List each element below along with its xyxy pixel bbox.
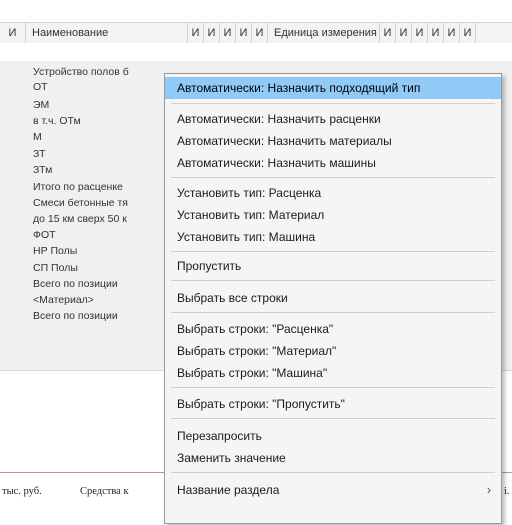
column-header[interactable]: И: [428, 23, 444, 43]
column-header[interactable]: И: [236, 23, 252, 43]
preview-text: i.: [504, 486, 510, 497]
menu-item-select-rate-rows[interactable]: Выбрать строки: "Расценка": [165, 318, 501, 340]
table-header: И Наименование И И И И И Единица измерен…: [0, 22, 512, 44]
menu-item-auto-type[interactable]: Автоматически: Назначить подходящий тип: [165, 77, 501, 99]
menu-item-select-material-rows[interactable]: Выбрать строки: "Материал": [165, 340, 501, 362]
menu-item-set-material[interactable]: Установить тип: Материал: [165, 204, 501, 226]
column-header[interactable]: И: [252, 23, 268, 43]
column-header[interactable]: И: [188, 23, 204, 43]
context-menu: Автоматически: Назначить подходящий тип …: [164, 73, 502, 524]
menu-item-select-skip-rows[interactable]: Выбрать строки: "Пропустить": [165, 393, 501, 415]
menu-item-set-machine[interactable]: Установить тип: Машина: [165, 226, 501, 248]
preview-text: тыс. руб.: [2, 486, 42, 497]
menu-separator: [171, 312, 495, 313]
empty-row: [0, 43, 512, 61]
menu-separator: [171, 472, 495, 473]
menu-separator: [171, 103, 495, 104]
menu-item-section-name[interactable]: Название раздела ›: [165, 479, 501, 501]
column-header[interactable]: И: [460, 23, 476, 43]
menu-separator: [171, 387, 495, 388]
menu-separator: [171, 177, 495, 178]
column-header[interactable]: И: [412, 23, 428, 43]
menu-separator: [171, 251, 495, 252]
toolbar-strip: [0, 0, 512, 22]
column-header[interactable]: И: [220, 23, 236, 43]
chevron-right-icon: ›: [487, 483, 491, 497]
menu-separator: [171, 280, 495, 281]
menu-item-replace-value[interactable]: Заменить значение: [165, 447, 501, 469]
menu-item-skip[interactable]: Пропустить: [165, 255, 501, 277]
column-header[interactable]: И: [380, 23, 396, 43]
menu-item-requery[interactable]: Перезапросить: [165, 425, 501, 447]
menu-item-auto-rates[interactable]: Автоматически: Назначить расценки: [165, 108, 501, 130]
menu-item-label: Название раздела: [177, 483, 280, 497]
column-header-name[interactable]: Наименование: [26, 23, 188, 43]
menu-item-auto-machines[interactable]: Автоматически: Назначить машины: [165, 152, 501, 174]
menu-item-select-machine-rows[interactable]: Выбрать строки: "Машина": [165, 362, 501, 384]
menu-item-select-all[interactable]: Выбрать все строки: [165, 287, 501, 309]
menu-item-auto-materials[interactable]: Автоматически: Назначить материалы: [165, 130, 501, 152]
preview-text: Средства к: [80, 486, 129, 497]
menu-item-set-rate[interactable]: Установить тип: Расценка: [165, 182, 501, 204]
column-header[interactable]: И: [444, 23, 460, 43]
menu-separator: [171, 418, 495, 419]
column-header[interactable]: И: [0, 23, 26, 43]
column-header[interactable]: И: [396, 23, 412, 43]
column-header-unit[interactable]: Единица измерения: [268, 23, 380, 43]
column-header[interactable]: И: [204, 23, 220, 43]
